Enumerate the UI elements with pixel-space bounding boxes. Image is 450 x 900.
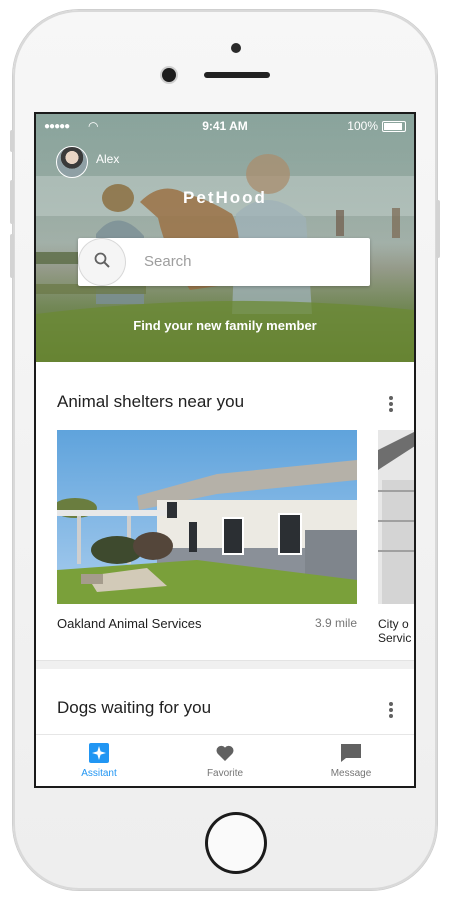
section-title-shelters: Animal shelters near you (57, 392, 245, 411)
battery-percentage: 100% (347, 119, 378, 133)
nav-message[interactable]: Message (288, 735, 414, 786)
search-input[interactable] (142, 252, 356, 271)
battery-icon (382, 121, 406, 132)
user-name[interactable]: Alex (96, 152, 119, 166)
shelter-name-2-line2: Servic (378, 631, 412, 645)
hero-header: ●●●●● ◠ 9:41 AM 100% Alex PetHood Find y… (36, 114, 414, 362)
more-vert-icon[interactable] (389, 396, 393, 414)
status-bar: ●●●●● ◠ 9:41 AM 100% (36, 114, 414, 136)
assistant-icon (36, 743, 162, 765)
nav-favorite[interactable]: Favorite (162, 735, 288, 786)
bottom-navigation: Assitant Favorite Message (36, 734, 414, 786)
home-button[interactable] (205, 812, 267, 874)
section-divider (36, 660, 414, 669)
shelter-photo (57, 430, 357, 604)
more-vert-icon[interactable] (389, 702, 393, 720)
nav-assistant[interactable]: Assitant (36, 735, 162, 786)
shelter-card-image[interactable] (57, 430, 357, 604)
app-title: PetHood (183, 188, 267, 207)
shelter-name-2-line1: City o (378, 617, 409, 631)
shelter-name-2[interactable]: City o Servic (378, 617, 414, 645)
section-title-dogs: Dogs waiting for you (57, 698, 212, 717)
volume-up-button (10, 180, 14, 224)
shelter-card-image-2[interactable] (378, 430, 414, 604)
shelter-distance: 3.9 mile (314, 616, 357, 630)
heart-icon (162, 743, 288, 765)
app-screen: ●●●●● ◠ 9:41 AM 100% Alex PetHood Find y… (34, 112, 416, 788)
search-bar[interactable] (78, 238, 370, 286)
nav-assistant-label: Assitant (81, 768, 117, 779)
volume-down-button (10, 234, 14, 278)
tagline: Find your new family member (133, 318, 317, 333)
shelter-name[interactable]: Oakland Animal Services (57, 616, 202, 631)
shelter-photo-2 (378, 430, 414, 604)
avatar[interactable] (56, 146, 88, 178)
proximity-sensor (231, 43, 241, 53)
front-camera (162, 68, 176, 82)
mute-switch (10, 130, 14, 152)
power-button (436, 200, 440, 258)
search-button[interactable] (79, 239, 125, 285)
nav-message-label: Message (330, 768, 372, 779)
earpiece-speaker (204, 72, 270, 78)
message-icon (288, 743, 414, 765)
nav-favorite-label: Favorite (206, 768, 244, 779)
